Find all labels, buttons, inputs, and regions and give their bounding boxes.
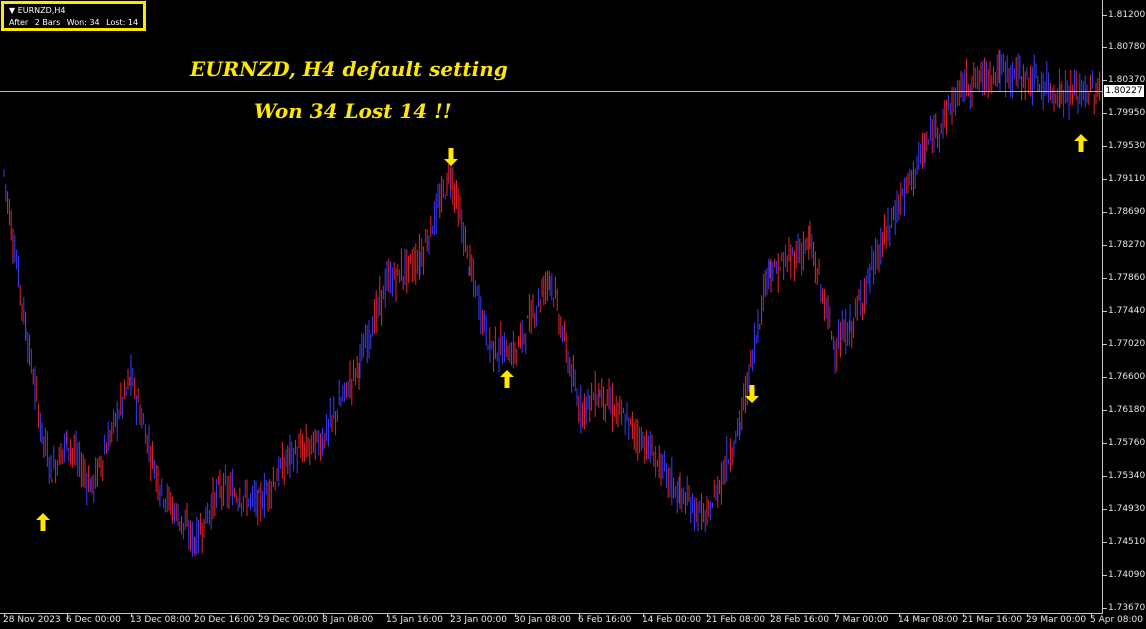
price-tick <box>1103 179 1107 180</box>
price-axis-label: 1.77020 <box>1108 339 1146 349</box>
bars-label: 2 Bars <box>34 18 61 27</box>
time-axis-label: 29 Mar 00:00 <box>1026 615 1087 625</box>
price-tick <box>1103 80 1107 81</box>
chart-area[interactable] <box>0 0 1103 614</box>
dropdown-triangle-icon[interactable]: ▼ <box>9 6 15 15</box>
price-axis-label: 1.76180 <box>1108 405 1146 415</box>
price-axis-label: 1.75760 <box>1108 438 1146 448</box>
time-axis-label: 6 Feb 16:00 <box>578 615 632 625</box>
price-axis-label: 1.75340 <box>1108 471 1146 481</box>
price-axis-label: 1.80780 <box>1108 42 1146 52</box>
time-axis-label: 29 Dec 00:00 <box>258 615 319 625</box>
price-axis-label: 1.74930 <box>1108 504 1146 514</box>
symbol-text: EURNZD,H4 <box>17 6 66 15</box>
time-axis-label: 23 Jan 00:00 <box>450 615 507 625</box>
price-tick <box>1103 278 1107 279</box>
time-axis-label: 28 Feb 16:00 <box>770 615 830 625</box>
time-axis-label: 21 Mar 16:00 <box>962 615 1023 625</box>
up-arrow-icon <box>1073 133 1089 153</box>
current-price-line <box>0 91 1103 92</box>
price-axis-label: 1.79530 <box>1108 141 1146 151</box>
price-axis-label: 1.79950 <box>1108 108 1146 118</box>
up-arrow-icon <box>499 369 515 389</box>
time-axis-label: 7 Mar 00:00 <box>834 615 889 625</box>
price-axis-label: 1.78690 <box>1108 207 1146 217</box>
time-axis-label: 14 Mar 08:00 <box>898 615 959 625</box>
price-tick <box>1103 15 1107 16</box>
headline-title: EURNZD, H4 default setting <box>190 57 508 81</box>
price-axis-label: 1.76600 <box>1108 372 1146 382</box>
price-tick <box>1103 410 1107 411</box>
price-axis-label: 1.79110 <box>1108 174 1146 184</box>
price-axis-label: 1.78270 <box>1108 240 1146 250</box>
after-label: After <box>9 18 29 27</box>
time-axis-label: 13 Dec 08:00 <box>130 615 191 625</box>
time-axis-label: 5 Apr 08:00 <box>1090 615 1143 625</box>
current-price-tag: 1.80227 <box>1104 85 1144 97</box>
up-arrow-icon <box>35 512 51 532</box>
time-axis-label: 6 Dec 00:00 <box>66 615 121 625</box>
price-tick <box>1103 608 1107 609</box>
price-tick <box>1103 245 1107 246</box>
price-axis-label: 1.74090 <box>1108 570 1146 580</box>
price-tick <box>1103 311 1107 312</box>
price-tick <box>1103 344 1107 345</box>
chart-info-panel[interactable]: ▼ EURNZD,H4 After 2 Bars Won: 34 Lost: 1… <box>1 1 146 31</box>
price-axis-label: 1.77860 <box>1108 273 1146 283</box>
price-axis-label: 1.77440 <box>1108 306 1146 316</box>
price-tick <box>1103 542 1107 543</box>
chart-stats: After 2 Bars Won: 34 Lost: 14 <box>9 18 142 27</box>
price-tick <box>1103 443 1107 444</box>
price-tick <box>1103 47 1107 48</box>
price-tick <box>1103 146 1107 147</box>
price-axis-label: 1.74510 <box>1108 537 1146 547</box>
price-tick <box>1103 509 1107 510</box>
headline-result: Won 34 Lost 14 !! <box>254 99 452 123</box>
price-tick <box>1103 476 1107 477</box>
price-tick <box>1103 212 1107 213</box>
time-axis-label: 8 Jan 08:00 <box>322 615 374 625</box>
price-axis-label: 1.81200 <box>1108 10 1146 20</box>
price-tick <box>1103 113 1107 114</box>
time-axis-label: 21 Feb 08:00 <box>706 615 766 625</box>
time-axis-label: 30 Jan 08:00 <box>514 615 571 625</box>
won-label: Won: 34 <box>66 18 100 27</box>
price-tick <box>1103 377 1107 378</box>
time-axis-label: 20 Dec 16:00 <box>194 615 255 625</box>
chart-symbol-label[interactable]: ▼ EURNZD,H4 <box>9 6 65 15</box>
time-axis-label: 15 Jan 16:00 <box>386 615 443 625</box>
down-arrow-icon <box>744 384 760 404</box>
time-axis-label: 28 Nov 2023 <box>3 615 61 625</box>
price-tick <box>1103 575 1107 576</box>
down-arrow-icon <box>443 147 459 167</box>
price-axis-label: 1.80370 <box>1108 75 1146 85</box>
time-axis-label: 14 Feb 00:00 <box>642 615 702 625</box>
price-axis-label: 1.73670 <box>1108 603 1146 613</box>
lost-label: Lost: 14 <box>106 18 139 27</box>
